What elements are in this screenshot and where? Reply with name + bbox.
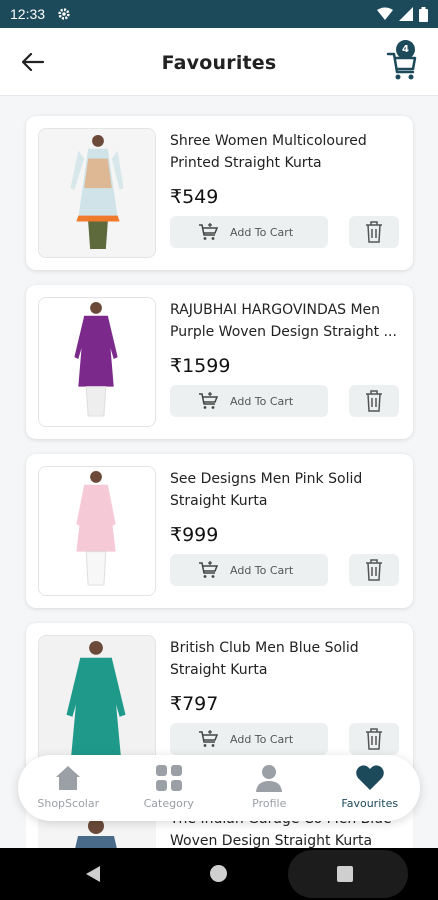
trash-icon <box>366 221 382 243</box>
add-to-cart-button[interactable]: Add To Cart <box>170 385 328 417</box>
cart-plus-icon <box>199 561 218 578</box>
system-back-icon[interactable] <box>84 864 102 884</box>
trash-icon <box>366 390 382 412</box>
status-indicators <box>377 6 428 22</box>
cart-plus-icon <box>199 223 218 240</box>
woman-kurta-illustration <box>39 129 155 257</box>
product-name: Shree Women Multicoloured Printed Straig… <box>170 133 367 171</box>
trash-icon <box>366 559 382 581</box>
cart-plus-icon <box>199 392 218 409</box>
system-navigation-bar <box>0 848 438 900</box>
add-to-cart-button[interactable]: Add To Cart <box>170 723 328 755</box>
nav-item-favourites[interactable]: Favourites <box>320 755 421 821</box>
product-image[interactable] <box>38 128 156 258</box>
add-to-cart-label: Add To Cart <box>230 563 294 577</box>
heart-icon <box>355 765 384 790</box>
product-name: See Designs Men Pink Solid Straight Kurt… <box>170 471 363 509</box>
product-card[interactable]: Shree Women Multicoloured Printed Straig… <box>26 116 413 270</box>
nav-item-shopscolar[interactable]: ShopScolar <box>18 755 119 821</box>
bottom-navigation: ShopScolar Category Profile Favourites <box>18 755 420 821</box>
purple-kurta-illustration <box>39 298 155 426</box>
cart-count-badge: 4 <box>396 40 415 59</box>
cart-button[interactable]: 4 <box>384 40 420 82</box>
delete-button[interactable] <box>349 723 399 755</box>
product-card[interactable]: RAJUBHAI HARGOVINDAS Men Purple Woven De… <box>26 285 413 439</box>
product-card[interactable]: See Designs Men Pink Solid Straight Kurt… <box>26 454 413 608</box>
delete-button[interactable] <box>349 554 399 586</box>
add-to-cart-button[interactable]: Add To Cart <box>170 554 328 586</box>
product-image[interactable] <box>38 297 156 427</box>
add-to-cart-label: Add To Cart <box>230 732 294 746</box>
nav-label: Category <box>143 797 194 810</box>
home-icon <box>56 766 81 790</box>
battery-icon <box>419 6 428 22</box>
product-card[interactable]: British Club Men Blue Solid Straight Kur… <box>26 623 413 777</box>
product-price: ₹1599 <box>170 355 231 377</box>
add-to-cart-label: Add To Cart <box>230 225 294 239</box>
nav-label: Favourites <box>341 797 399 810</box>
app-bar: Favourites 4 <box>0 28 438 96</box>
status-bar: 12:33 <box>0 0 438 28</box>
product-price: ₹549 <box>170 186 219 208</box>
trash-icon <box>366 728 382 750</box>
status-time: 12:33 <box>10 6 46 22</box>
page-title: Favourites <box>161 52 277 74</box>
pink-kurta-illustration <box>39 467 155 595</box>
nav-item-category[interactable]: Category <box>119 755 220 821</box>
product-price: ₹797 <box>170 693 219 715</box>
add-to-cart-label: Add To Cart <box>230 394 294 408</box>
person-icon <box>256 765 283 792</box>
cart-plus-icon <box>199 730 218 747</box>
nav-label: Profile <box>252 797 287 810</box>
system-home-icon[interactable] <box>210 865 227 882</box>
wifi-icon <box>377 7 393 20</box>
nav-label: ShopScolar <box>37 797 100 810</box>
delete-button[interactable] <box>349 216 399 248</box>
grid-icon <box>155 765 182 791</box>
product-price: ₹999 <box>170 524 219 546</box>
teal-kurta-illustration <box>39 636 155 764</box>
product-image[interactable] <box>38 466 156 596</box>
delete-button[interactable] <box>349 385 399 417</box>
product-image[interactable] <box>38 635 156 765</box>
signal-icon <box>399 7 413 21</box>
add-to-cart-button[interactable]: Add To Cart <box>170 216 328 248</box>
product-name: British Club Men Blue Solid Straight Kur… <box>170 640 359 678</box>
nav-item-profile[interactable]: Profile <box>219 755 320 821</box>
product-name: RAJUBHAI HARGOVINDAS Men Purple Woven De… <box>170 302 397 340</box>
settings-gear-icon <box>58 8 70 20</box>
system-recents-icon[interactable] <box>337 866 353 882</box>
